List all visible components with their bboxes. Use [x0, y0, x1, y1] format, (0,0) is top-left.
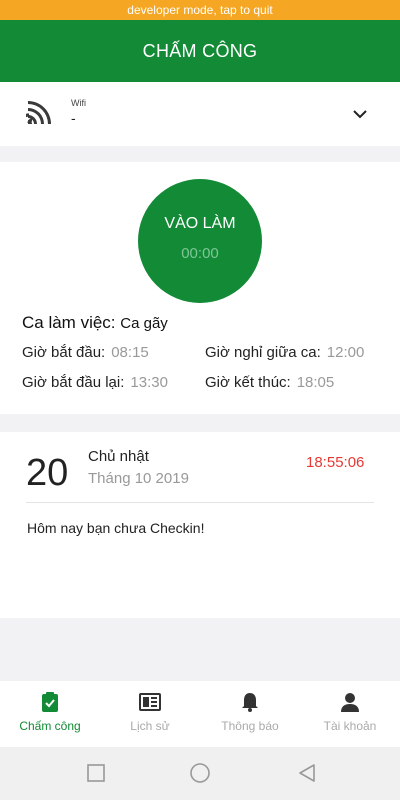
newspaper-icon	[139, 693, 161, 711]
clipboard-check-icon	[42, 692, 58, 712]
home-icon[interactable]	[189, 762, 211, 784]
shift-name: Ca gãy	[120, 315, 168, 332]
shift-end-label: Giờ kết thúc:	[205, 374, 291, 391]
wifi-label: Wifi	[71, 98, 86, 108]
current-time: 18:55:06	[306, 454, 365, 471]
day-number: 20	[26, 452, 69, 494]
person-icon	[341, 693, 359, 712]
checkin-status-message: Hôm nay bạn chưa Checkin!	[27, 520, 205, 536]
page-title: CHẤM CÔNG	[142, 40, 258, 61]
shift-restart: Giờ bắt đầu lại: 13:30	[22, 374, 168, 391]
chevron-down-icon[interactable]	[350, 104, 370, 124]
nav-label: Tài khoản	[323, 719, 377, 733]
checkin-timer: 00:00	[181, 244, 219, 262]
shift-card: VÀO LÀM 00:00 Ca làm việc: Ca gãy Giờ bắ…	[0, 162, 400, 414]
shift-restart-value: 13:30	[130, 374, 168, 391]
recent-apps-icon[interactable]	[86, 763, 106, 783]
today-card: 20 Chủ nhật Tháng 10 2019 18:55:06 Hôm n…	[0, 432, 400, 618]
nav-item-cham-cong[interactable]: Chấm công	[0, 681, 100, 747]
shift-restart-label: Giờ bắt đầu lại:	[22, 374, 125, 391]
shift-break-value: 12:00	[326, 344, 365, 361]
nav-item-thong-bao[interactable]: Thông báo	[200, 681, 300, 747]
wifi-selector[interactable]: Wifi -	[0, 82, 400, 146]
shift-end-value: 18:05	[296, 374, 335, 391]
shift-start-label: Giờ bắt đầu:	[22, 344, 106, 361]
checkin-label: VÀO LÀM	[164, 214, 236, 232]
nav-item-tai-khoan[interactable]: Tài khoản	[300, 681, 400, 747]
shift-break: Giờ nghỉ giữa ca: 12:00	[205, 344, 364, 361]
back-icon[interactable]	[297, 763, 317, 783]
nav-label: Lịch sử	[130, 719, 170, 733]
checkin-button[interactable]: VÀO LÀM 00:00	[138, 179, 262, 303]
weekday: Chủ nhật	[88, 448, 149, 465]
month-year: Tháng 10 2019	[88, 470, 189, 487]
nav-item-lich-su[interactable]: Lịch sử	[100, 681, 200, 747]
shift-start: Giờ bắt đầu: 08:15	[22, 344, 149, 361]
system-navigation-bar	[0, 747, 400, 800]
app-header: CHẤM CÔNG	[0, 20, 400, 82]
nav-label: Thông báo	[221, 719, 279, 733]
nav-label: Chấm công	[19, 719, 81, 733]
shift-break-label: Giờ nghỉ giữa ca:	[205, 344, 321, 361]
developer-mode-banner[interactable]: developer mode, tap to quit	[0, 0, 400, 20]
wifi-signal-icon	[26, 101, 51, 126]
shift-title-label: Ca làm việc:	[22, 313, 116, 332]
shift-end: Giờ kết thúc: 18:05	[205, 374, 334, 391]
bell-icon	[242, 693, 258, 712]
shift-start-value: 08:15	[111, 344, 149, 361]
bottom-navigation: Chấm công Lịch sử Thông báo Tài khoản	[0, 681, 400, 747]
divider	[26, 502, 374, 503]
wifi-value: -	[71, 110, 76, 126]
shift-title: Ca làm việc: Ca gãy	[22, 313, 168, 333]
